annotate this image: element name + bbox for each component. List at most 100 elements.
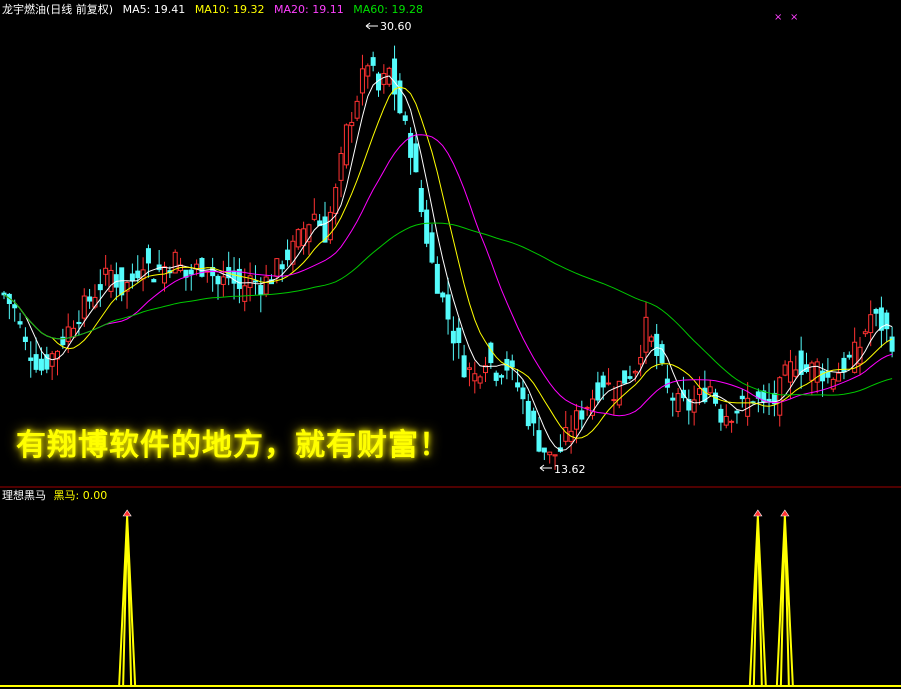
candle-body[interactable] [365, 65, 371, 77]
candle-body[interactable] [809, 362, 815, 381]
candle-body[interactable] [28, 357, 34, 361]
candle-body[interactable] [472, 373, 478, 382]
marker-cross-icon[interactable]: × [790, 12, 798, 23]
candle-body[interactable] [33, 354, 39, 370]
candle-body[interactable] [434, 263, 440, 294]
candle-body[interactable] [536, 430, 542, 452]
candle-body[interactable] [793, 369, 799, 377]
candle-body[interactable] [600, 375, 606, 388]
candle-body[interactable] [17, 321, 23, 325]
candle-body[interactable] [231, 270, 237, 284]
candle-body[interactable] [456, 327, 462, 344]
candle-body[interactable] [413, 143, 419, 173]
candle-body[interactable] [44, 354, 50, 370]
candle-body[interactable] [627, 376, 633, 379]
stock-title[interactable]: 龙宇燃油(日线 前复权) [2, 3, 113, 16]
candle-body[interactable] [707, 386, 713, 394]
candle-body[interactable] [279, 264, 285, 270]
candle-body[interactable] [258, 285, 264, 296]
candle-body[interactable] [782, 364, 788, 376]
candle-body[interactable] [520, 387, 526, 400]
candle-body[interactable] [643, 316, 649, 353]
candle-body[interactable] [429, 232, 435, 263]
candle-body[interactable] [830, 378, 836, 390]
candle-body[interactable] [595, 382, 601, 401]
candle-body[interactable] [76, 321, 82, 325]
candle-body[interactable] [723, 415, 729, 426]
candle-body[interactable] [370, 57, 376, 66]
candle-body[interactable] [670, 397, 676, 401]
candle-body[interactable] [547, 451, 553, 456]
candle-body[interactable] [846, 354, 852, 358]
candle-body[interactable] [606, 382, 612, 385]
candle-body[interactable] [263, 276, 269, 295]
candle-body[interactable] [638, 356, 644, 365]
candle-body[interactable] [862, 331, 868, 335]
candle-body[interactable] [274, 258, 280, 277]
candle-body[interactable] [493, 372, 499, 381]
candle-body[interactable] [97, 284, 103, 291]
candle-body[interactable] [541, 447, 547, 453]
candle-body[interactable] [820, 370, 826, 382]
candle-body[interactable] [440, 292, 446, 298]
candle-body[interactable] [397, 80, 403, 114]
candle-body[interactable] [12, 304, 18, 309]
candle-body[interactable] [488, 342, 494, 364]
candle-body[interactable] [108, 269, 114, 292]
candle-body[interactable] [81, 295, 87, 319]
candle-body[interactable] [215, 275, 221, 285]
candle-body[interactable] [563, 427, 569, 442]
candle-body[interactable] [285, 249, 291, 261]
candle-body[interactable] [718, 408, 724, 423]
candle-body[interactable] [65, 326, 71, 342]
candle-body[interactable] [466, 367, 472, 370]
candle-body[interactable] [873, 309, 879, 314]
candle-body[interactable] [199, 257, 205, 277]
candle-body[interactable] [836, 372, 842, 382]
candle-body[interactable] [499, 375, 505, 378]
candle-body[interactable] [354, 100, 360, 119]
candle-body[interactable] [295, 229, 301, 248]
candle-body[interactable] [739, 395, 745, 400]
candle-body[interactable] [659, 344, 665, 364]
candle-body[interactable] [515, 382, 521, 388]
indicator-name[interactable]: 理想黑马 [2, 489, 46, 502]
candle-body[interactable] [573, 410, 579, 430]
candle-body[interactable] [450, 330, 456, 344]
candle-body[interactable] [135, 270, 141, 279]
candle-body[interactable] [622, 370, 628, 384]
candle-body[interactable] [22, 336, 28, 342]
candle-body[interactable] [381, 73, 387, 85]
candle-body[interactable] [777, 377, 783, 416]
candle-body[interactable] [338, 153, 344, 181]
candle-body[interactable] [729, 420, 735, 423]
candle-body[interactable] [814, 361, 820, 383]
candle-body[interactable] [884, 312, 890, 330]
candle-body[interactable] [461, 355, 467, 378]
candle-body[interactable] [349, 121, 355, 127]
candle-body[interactable] [220, 276, 226, 285]
candle-body[interactable] [87, 296, 93, 302]
candle-body[interactable] [242, 285, 248, 302]
candle-body[interactable] [675, 393, 681, 412]
candle-body[interactable] [311, 213, 317, 220]
candle-body[interactable] [616, 380, 622, 406]
candle-body[interactable] [103, 267, 109, 275]
candle-body[interactable] [188, 269, 194, 275]
candle-body[interactable] [1, 292, 7, 296]
candle-body[interactable] [402, 115, 408, 121]
candle-body[interactable] [252, 280, 258, 283]
candle-body[interactable] [868, 314, 874, 334]
candle-body[interactable] [841, 357, 847, 373]
candle-body[interactable] [359, 68, 365, 94]
candle-body[interactable] [129, 273, 135, 281]
candle-body[interactable] [445, 294, 451, 320]
candle-body[interactable] [477, 376, 483, 384]
marker-cross-icon[interactable]: × [774, 12, 782, 23]
candle-body[interactable] [333, 187, 339, 214]
candle-body[interactable] [787, 361, 793, 383]
candle-body[interactable] [424, 209, 430, 244]
candle-body[interactable] [697, 388, 702, 395]
candle-body[interactable] [151, 279, 157, 283]
candle-body[interactable] [552, 454, 558, 457]
